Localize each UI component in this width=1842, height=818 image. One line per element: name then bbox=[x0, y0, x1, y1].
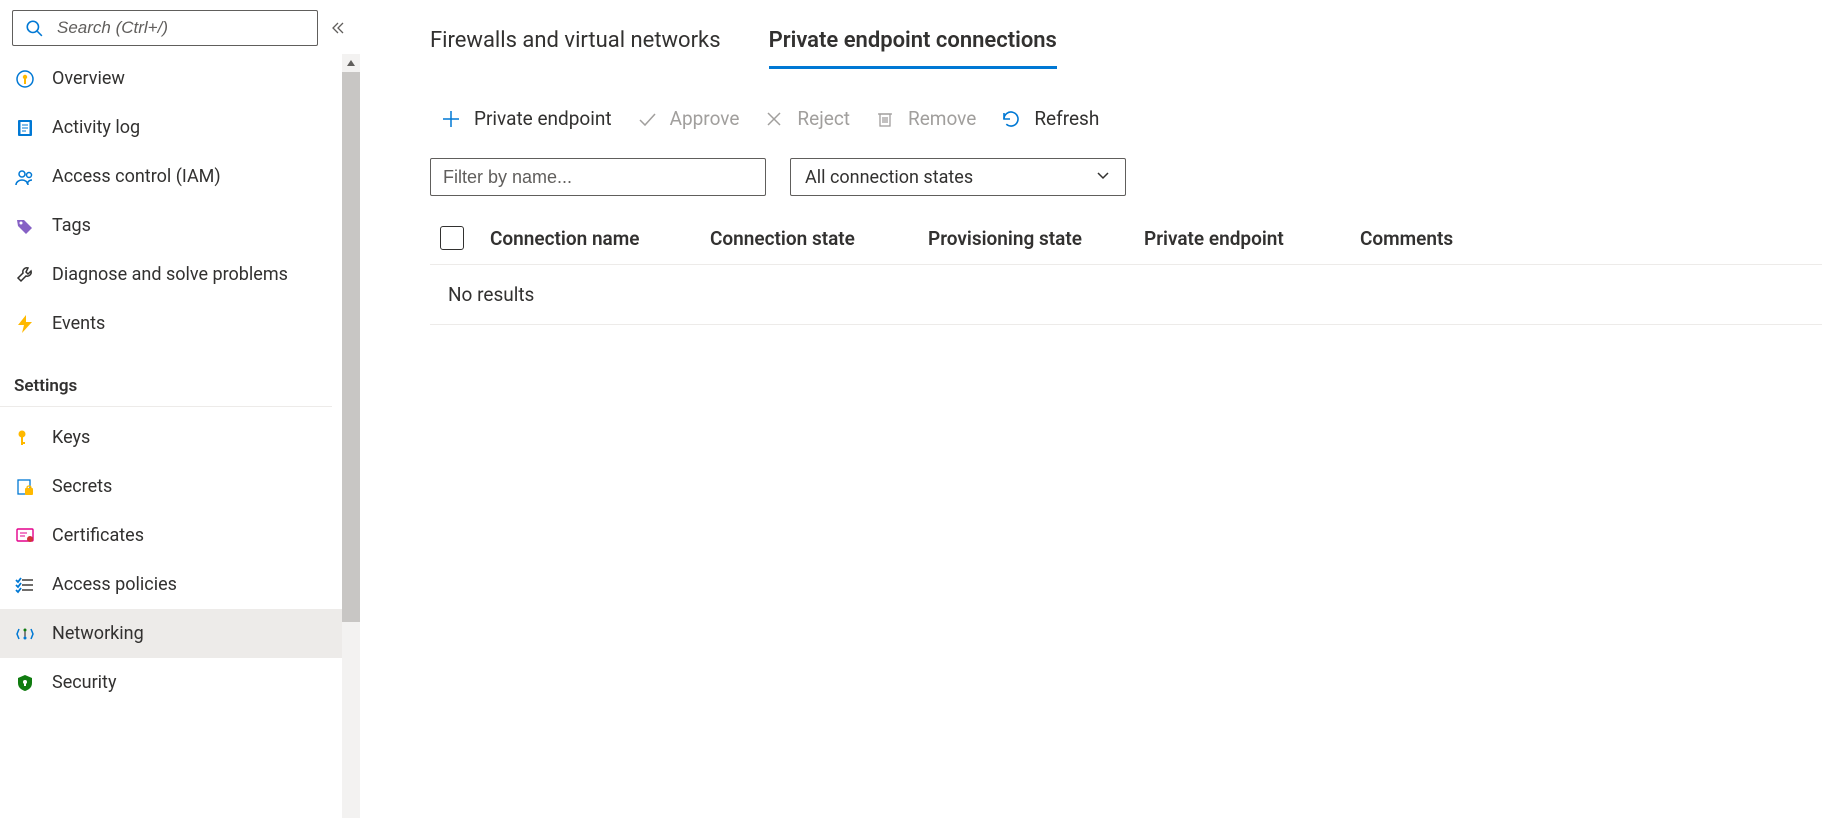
shield-icon bbox=[14, 672, 36, 694]
refresh-button[interactable]: Refresh bbox=[1000, 107, 1099, 130]
reject-label: Reject bbox=[797, 107, 850, 130]
col-comments[interactable]: Comments bbox=[1360, 227, 1453, 250]
nav-item-label: Certificates bbox=[52, 525, 144, 546]
nav-security[interactable]: Security bbox=[0, 658, 360, 707]
nav-item-label: Events bbox=[52, 313, 105, 334]
nav-networking[interactable]: Networking bbox=[0, 609, 360, 658]
chevron-down-icon bbox=[1095, 167, 1111, 188]
search-icon bbox=[23, 17, 45, 39]
sidebar: Overview Activity log Access control (IAM)… bbox=[0, 0, 360, 818]
certificate-icon bbox=[14, 525, 36, 547]
trash-icon bbox=[874, 108, 896, 130]
nav-item-label: Keys bbox=[52, 427, 90, 448]
nav-access-policies[interactable]: Access policies bbox=[0, 560, 360, 609]
people-icon bbox=[14, 166, 36, 188]
main-content: Firewalls and virtual networks Private en… bbox=[360, 0, 1842, 818]
secrets-icon bbox=[14, 476, 36, 498]
key-icon bbox=[14, 427, 36, 449]
nav-item-label: Activity log bbox=[52, 117, 140, 138]
nav-activity-log[interactable]: Activity log bbox=[0, 103, 360, 152]
nav-item-label: Access control (IAM) bbox=[52, 166, 221, 187]
refresh-icon bbox=[1000, 108, 1022, 130]
sidebar-section-settings: Settings bbox=[0, 348, 332, 407]
connections-table: Connection name Connection state Provisi… bbox=[430, 218, 1822, 325]
scroll-thumb[interactable] bbox=[342, 72, 360, 622]
filter-by-name-input[interactable] bbox=[430, 158, 766, 196]
bolt-icon bbox=[14, 313, 36, 335]
refresh-label: Refresh bbox=[1034, 107, 1099, 130]
add-private-endpoint-button[interactable]: Private endpoint bbox=[440, 107, 612, 130]
nav-secrets[interactable]: Secrets bbox=[0, 462, 360, 511]
remove-button: Remove bbox=[874, 107, 976, 130]
select-all-checkbox[interactable] bbox=[440, 226, 464, 250]
nav-item-label: Diagnose and solve problems bbox=[52, 264, 288, 285]
nav-keys[interactable]: Keys bbox=[0, 413, 360, 462]
nav-access-control[interactable]: Access control (IAM) bbox=[0, 152, 360, 201]
tab-firewalls[interactable]: Firewalls and virtual networks bbox=[430, 22, 721, 69]
tag-icon bbox=[14, 215, 36, 237]
approve-button: Approve bbox=[636, 107, 740, 130]
connection-state-filter[interactable]: All connection states bbox=[790, 158, 1126, 196]
table-header: Connection name Connection state Provisi… bbox=[430, 218, 1822, 265]
nav-diagnose[interactable]: Diagnose and solve problems bbox=[0, 250, 360, 299]
x-icon bbox=[763, 108, 785, 130]
col-connection-state[interactable]: Connection state bbox=[710, 227, 928, 250]
toolbar: Private endpoint Approve Reject bbox=[430, 97, 1822, 158]
col-private-endpoint[interactable]: Private endpoint bbox=[1144, 227, 1360, 250]
nav-events[interactable]: Events bbox=[0, 299, 360, 348]
add-private-endpoint-label: Private endpoint bbox=[474, 107, 612, 130]
wrench-icon bbox=[14, 264, 36, 286]
connection-state-filter-value: All connection states bbox=[805, 167, 973, 188]
key-round-icon bbox=[14, 68, 36, 90]
approve-label: Approve bbox=[670, 107, 740, 130]
filters-row: All connection states bbox=[430, 158, 1822, 196]
scroll-up-arrow-icon[interactable] bbox=[342, 54, 360, 72]
log-icon bbox=[14, 117, 36, 139]
plus-icon bbox=[440, 108, 462, 130]
table-empty-message: No results bbox=[430, 265, 1822, 325]
col-connection-name[interactable]: Connection name bbox=[490, 227, 710, 250]
nav-certificates[interactable]: Certificates bbox=[0, 511, 360, 560]
reject-button: Reject bbox=[763, 107, 850, 130]
nav-item-label: Overview bbox=[52, 68, 125, 89]
collapse-sidebar-button[interactable] bbox=[328, 18, 348, 38]
networking-icon bbox=[14, 623, 36, 645]
sidebar-search-box[interactable] bbox=[12, 10, 318, 46]
nav-item-label: Secrets bbox=[52, 476, 112, 497]
remove-label: Remove bbox=[908, 107, 976, 130]
sidebar-scrollbar[interactable] bbox=[342, 54, 360, 818]
nav-overview[interactable]: Overview bbox=[0, 54, 360, 103]
nav-item-label: Access policies bbox=[52, 574, 177, 595]
tab-private-endpoints[interactable]: Private endpoint connections bbox=[769, 22, 1057, 69]
nav-item-label: Tags bbox=[52, 215, 91, 236]
nav-item-label: Security bbox=[52, 672, 116, 693]
check-icon bbox=[636, 108, 658, 130]
nav-item-label: Networking bbox=[52, 623, 144, 644]
sidebar-search-input[interactable] bbox=[55, 17, 307, 39]
col-provisioning-state[interactable]: Provisioning state bbox=[928, 227, 1144, 250]
nav-tags[interactable]: Tags bbox=[0, 201, 360, 250]
tab-bar: Firewalls and virtual networks Private en… bbox=[430, 22, 1822, 69]
policies-icon bbox=[14, 574, 36, 596]
